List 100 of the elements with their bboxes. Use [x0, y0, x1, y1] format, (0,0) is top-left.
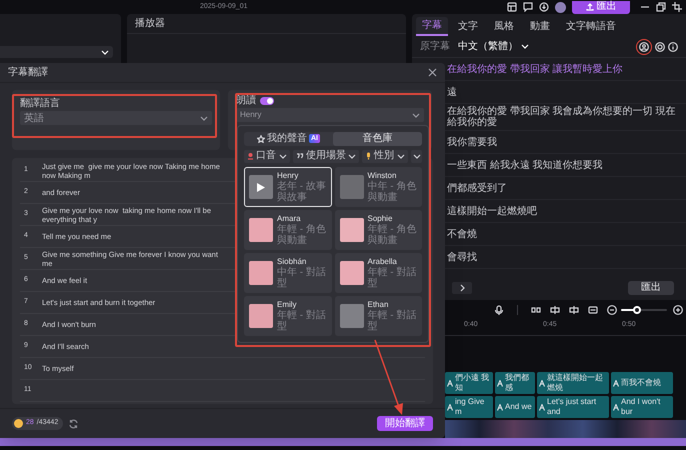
subtitle-clip[interactable]: 就這樣開始一起燃燒	[537, 372, 609, 394]
pin-icon	[247, 152, 254, 160]
avatar-placeholder	[340, 261, 364, 285]
clip-text: 們小遠 我知	[455, 373, 490, 393]
voice-name: Winston	[368, 171, 398, 180]
start-translation-button[interactable]: 開始翻譯	[377, 416, 433, 431]
more-filters-button[interactable]	[411, 150, 422, 163]
chevron-down-icon	[279, 152, 287, 160]
trim-icon	[569, 305, 579, 315]
tab[interactable]: 動畫	[524, 17, 556, 36]
layout-icon	[507, 2, 517, 12]
clip-text: 我們都感	[505, 373, 530, 393]
avatar-icon[interactable]	[555, 2, 566, 12]
voice-card[interactable]: Winston 中年 - 角色與動畫	[334, 167, 422, 207]
avatar-placeholder	[340, 175, 364, 199]
subtitle-clip[interactable]: And I won't bur	[611, 396, 673, 418]
avatar-placeholder	[340, 304, 364, 328]
voice-card[interactable]: Siobhán 中年 - 對話型	[244, 253, 332, 293]
text-icon	[613, 404, 619, 410]
text-icon	[539, 404, 545, 410]
refresh-icon	[69, 418, 78, 428]
link-icon	[531, 305, 541, 315]
voice-description: 中年 - 對話型	[277, 267, 326, 289]
subtitle-clip[interactable]: Let's just start and	[537, 396, 609, 418]
subtitle-clip[interactable]: And we	[495, 396, 535, 418]
voice-card[interactable]: Henry 老年 - 故事與故事	[244, 167, 332, 207]
voice-description: 老年 - 故事與故事	[277, 181, 326, 203]
filter-dropdown[interactable]: 使用場景	[293, 150, 359, 163]
field-label: 翻譯語言	[20, 98, 61, 109]
chevron-down-icon	[348, 152, 356, 160]
text-icon	[497, 380, 503, 386]
clip-text: And we	[505, 402, 532, 412]
text-icon	[447, 380, 453, 386]
zoom-in-icon	[673, 305, 683, 315]
voice-name: Emily	[277, 300, 298, 310]
next-button[interactable]	[452, 282, 472, 294]
dropdown-field[interactable]	[0, 46, 113, 58]
language-dropdown[interactable]: 中文（繁體）	[458, 39, 529, 54]
voice-tab[interactable]: 音色庫	[333, 132, 422, 146]
tab[interactable]: 字幕	[416, 17, 448, 36]
person-voice-icon	[639, 42, 649, 52]
subtitle-clip[interactable]: 我們都感	[495, 372, 535, 394]
microphone-icon	[365, 152, 372, 160]
clip-text: 就這樣開始一起燃燒	[547, 373, 604, 393]
chevron-down-icon	[200, 114, 208, 122]
voice-card[interactable]: Emily 年輕 - 對話型	[244, 296, 332, 336]
voice-name: Arabella	[368, 257, 398, 266]
voice-card[interactable]: Sophie 年輕 - 角色與動畫	[334, 210, 422, 250]
avatar-placeholder	[249, 304, 273, 328]
voice-name: Amara	[277, 214, 302, 224]
export-button[interactable]: 匯出	[628, 281, 674, 295]
filter-dropdown[interactable]: 性別	[362, 150, 408, 163]
restore-icon	[656, 2, 666, 12]
source-label: 原字幕	[420, 40, 450, 54]
chevron-down-icon	[521, 43, 529, 50]
settings-icon	[655, 42, 665, 52]
text-icon	[497, 404, 503, 410]
clip-text: 而我不會燒	[621, 378, 661, 388]
tab[interactable]: 文字	[452, 17, 484, 36]
voice-description: 年輕 - 對話型	[368, 310, 417, 332]
voice-name: Henry	[277, 171, 300, 180]
voice-description: 年輕 - 角色與動畫	[277, 224, 326, 246]
info-icon	[668, 42, 678, 52]
voice-select[interactable]: Henry	[236, 108, 424, 122]
toggle-switch[interactable]	[260, 96, 274, 104]
avatar-placeholder	[340, 218, 364, 242]
crop-icon	[672, 2, 682, 12]
avatar-placeholder	[249, 261, 273, 285]
coin-icon	[14, 419, 23, 428]
filter-dropdown[interactable]: 口音	[244, 150, 290, 163]
clip-text: Let's just start and	[547, 397, 598, 417]
export-button[interactable]: 匯出	[572, 0, 630, 14]
chevron-right-icon	[458, 284, 466, 292]
text-icon	[447, 404, 453, 410]
close-icon	[428, 68, 437, 77]
dialog-title: 字幕翻譯	[8, 66, 48, 80]
text-icon	[613, 380, 619, 386]
zoom-slider[interactable]	[621, 306, 667, 314]
chevron-down-icon	[412, 112, 420, 118]
tab[interactable]: 文字轉語音	[560, 17, 622, 36]
voice-card[interactable]: Amara 年輕 - 角色與動畫	[244, 210, 332, 250]
play-icon	[256, 182, 266, 192]
voice-card[interactable]: Ethan 年輕 - 對話型	[334, 296, 422, 336]
text-icon	[539, 380, 545, 386]
split-icon	[550, 305, 560, 315]
subtitle-clip[interactable]: 們小遠 我知	[445, 372, 493, 394]
clip-text: ing Give m	[455, 397, 486, 417]
voice-name: Sophie	[368, 214, 394, 224]
subtitle-clip[interactable]: ing Give m	[445, 396, 493, 418]
language-select[interactable]: 英語	[20, 111, 212, 125]
quote-icon	[296, 152, 304, 160]
microphone-icon	[494, 305, 504, 315]
zoom-out-icon	[607, 305, 617, 315]
clip-text: And I won't bur	[621, 397, 662, 417]
voice-name: Ethan	[368, 300, 390, 310]
voice-card[interactable]: Arabella 年輕 - 對話型	[334, 253, 422, 293]
subtitle-clip[interactable]: 而我不會燒	[611, 372, 673, 394]
fit-icon	[588, 305, 598, 315]
chat-icon	[523, 2, 533, 12]
tab[interactable]: 風格	[488, 17, 520, 36]
